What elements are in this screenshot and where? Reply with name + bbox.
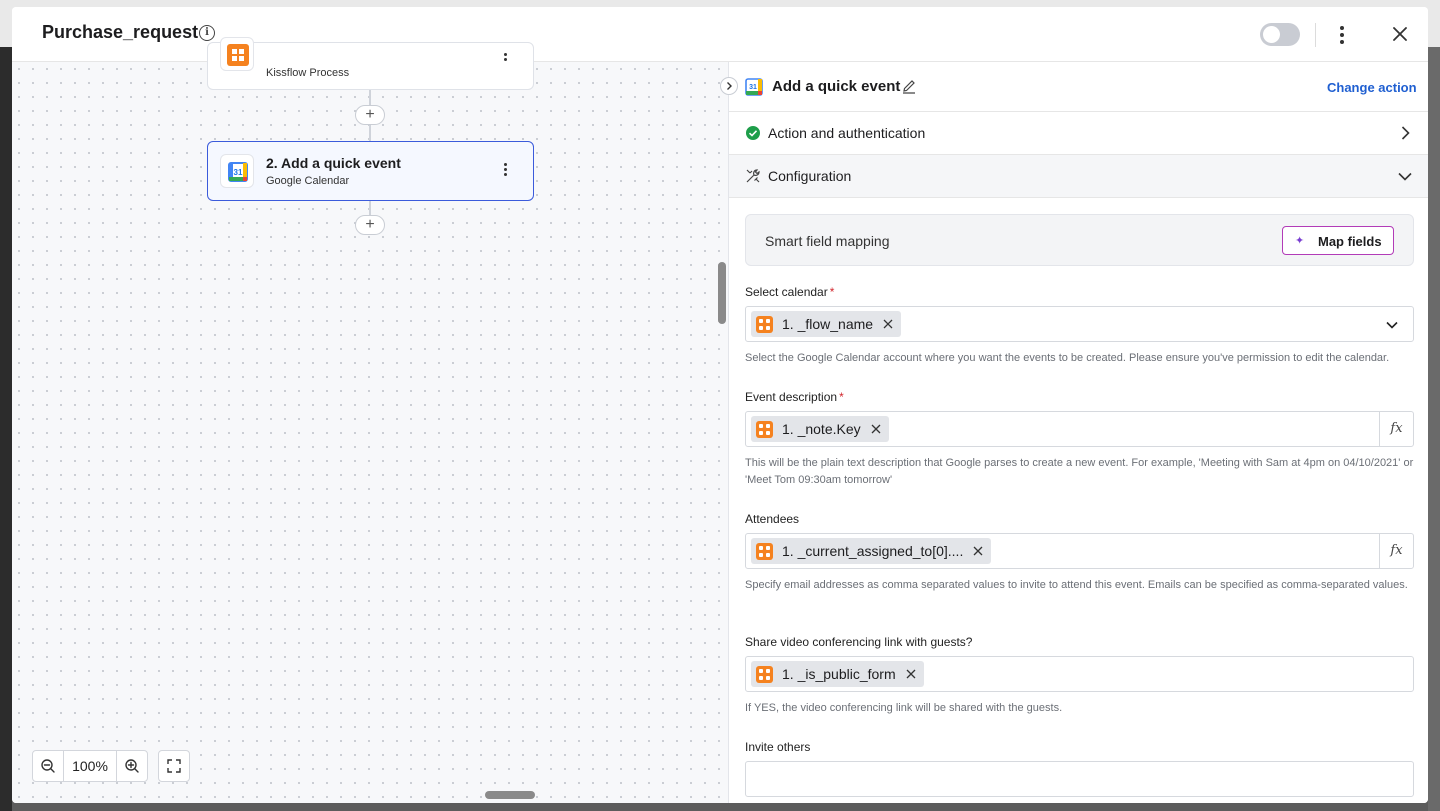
collapse-panel-button[interactable] <box>720 77 738 95</box>
event-description-input[interactable]: 1. _note.Key fx <box>745 411 1414 447</box>
google-calendar-icon: 31 <box>745 78 763 96</box>
backdrop-right <box>1428 47 1440 811</box>
invite-others-label: Invite others <box>745 740 811 754</box>
node-subtitle: Kissflow Process <box>266 67 350 79</box>
kissflow-icon <box>756 542 773 560</box>
toggle-knob <box>1263 26 1280 43</box>
kissflow-icon <box>220 37 254 71</box>
more-options-icon[interactable] <box>1334 23 1350 47</box>
remove-chip-icon[interactable] <box>883 319 893 329</box>
vertical-scrollbar[interactable] <box>718 262 726 324</box>
mapped-field-chip[interactable]: 1. _is_public_form <box>751 661 924 687</box>
formula-button[interactable]: fx <box>1379 412 1413 446</box>
video-link-label: Share video conferencing link with guest… <box>745 635 973 649</box>
action-config-panel: 31 Add a quick event Change action Actio… <box>720 62 1428 803</box>
svg-text:31: 31 <box>749 84 757 91</box>
flow-canvas[interactable]: Kissflow Process + 31 2. Add a quick eve… <box>12 37 728 803</box>
select-calendar-label: Select calendar * <box>745 285 835 299</box>
fit-to-screen-button[interactable] <box>158 750 190 782</box>
tools-icon <box>746 169 760 183</box>
remove-chip-icon[interactable] <box>906 669 916 679</box>
attendees-label: Attendees <box>745 512 800 526</box>
chevron-down-icon <box>1398 172 1412 181</box>
check-circle-icon <box>746 126 760 140</box>
zoom-out-icon <box>41 759 55 773</box>
remove-chip-icon[interactable] <box>973 546 983 556</box>
zoom-in-button[interactable] <box>116 750 148 782</box>
zoom-out-button[interactable] <box>32 750 64 782</box>
workflow-toggle[interactable] <box>1260 23 1300 46</box>
configuration-body[interactable]: Smart field mapping ✦ Map fields Select … <box>729 199 1428 803</box>
workflow-title: Purchase_request <box>42 22 199 42</box>
add-step-button[interactable]: + <box>355 215 385 235</box>
mapped-field-chip[interactable]: 1. _note.Key <box>751 416 889 442</box>
info-icon[interactable]: i <box>199 25 215 41</box>
event-description-label: Event description * <box>745 390 844 404</box>
ai-sparkle-icon: ✦ <box>1295 235 1305 247</box>
node-subtitle: Google Calendar <box>266 175 350 187</box>
google-calendar-icon: 31 <box>220 154 254 188</box>
horizontal-scrollbar[interactable] <box>485 791 535 799</box>
section-action-auth[interactable]: Action and authentication <box>729 112 1428 155</box>
node-menu-icon[interactable] <box>502 51 508 63</box>
select-calendar-dropdown[interactable]: 1. _flow_name <box>745 306 1414 342</box>
add-step-button[interactable]: + <box>355 105 385 125</box>
attendees-input[interactable]: 1. _current_assigned_to[0].... fx <box>745 533 1414 569</box>
header-divider <box>1315 23 1316 47</box>
select-calendar-help: Select the Google Calendar account where… <box>745 352 1390 364</box>
workflow-modal: Purchase_request i Kissflow Process + 31… <box>12 7 1428 803</box>
action-title: Add a quick event <box>772 78 901 95</box>
video-link-help: If YES, the video conferencing link will… <box>745 702 1063 714</box>
change-action-link[interactable]: Change action <box>1327 80 1417 95</box>
mapped-field-chip[interactable]: 1. _current_assigned_to[0].... <box>751 538 992 564</box>
node-title: 2. Add a quick event <box>266 155 401 171</box>
invite-others-input[interactable] <box>745 761 1414 797</box>
remove-chip-icon[interactable] <box>871 424 881 434</box>
attendees-help: Specify email addresses as comma separat… <box>745 579 1408 591</box>
map-fields-button[interactable]: ✦ Map fields <box>1282 226 1394 255</box>
mapped-field-chip[interactable]: 1. _flow_name <box>751 311 902 337</box>
section-label: Configuration <box>768 168 852 184</box>
chevron-right-icon <box>1401 126 1410 140</box>
formula-button[interactable]: fx <box>1379 534 1413 568</box>
video-link-input[interactable]: 1. _is_public_form <box>745 656 1414 692</box>
fullscreen-icon <box>167 759 181 773</box>
close-icon[interactable] <box>1390 24 1410 44</box>
pencil-icon[interactable] <box>901 78 917 94</box>
zoom-controls: 100% <box>32 750 190 782</box>
kissflow-icon <box>756 315 773 333</box>
kissflow-icon <box>756 420 773 438</box>
svg-text:31: 31 <box>234 168 243 177</box>
chevron-right-icon <box>727 82 732 90</box>
section-label: Action and authentication <box>768 125 926 141</box>
flow-node-quick-event[interactable]: 31 2. Add a quick event Google Calendar <box>207 141 534 201</box>
backdrop-left <box>0 47 12 811</box>
smart-mapping-label: Smart field mapping <box>765 233 890 249</box>
event-description-help: This will be the plain text description … <box>745 457 1414 486</box>
panel-header: 31 Add a quick event Change action <box>720 62 1428 112</box>
zoom-in-icon <box>125 759 139 773</box>
chevron-down-icon[interactable] <box>1385 318 1399 332</box>
section-configuration[interactable]: Configuration <box>729 155 1428 198</box>
flow-node-trigger[interactable]: Kissflow Process <box>207 37 534 90</box>
smart-field-mapping: Smart field mapping ✦ Map fields <box>745 214 1414 266</box>
kissflow-icon <box>756 665 773 683</box>
node-menu-icon[interactable] <box>502 161 508 178</box>
zoom-level: 100% <box>64 750 116 782</box>
